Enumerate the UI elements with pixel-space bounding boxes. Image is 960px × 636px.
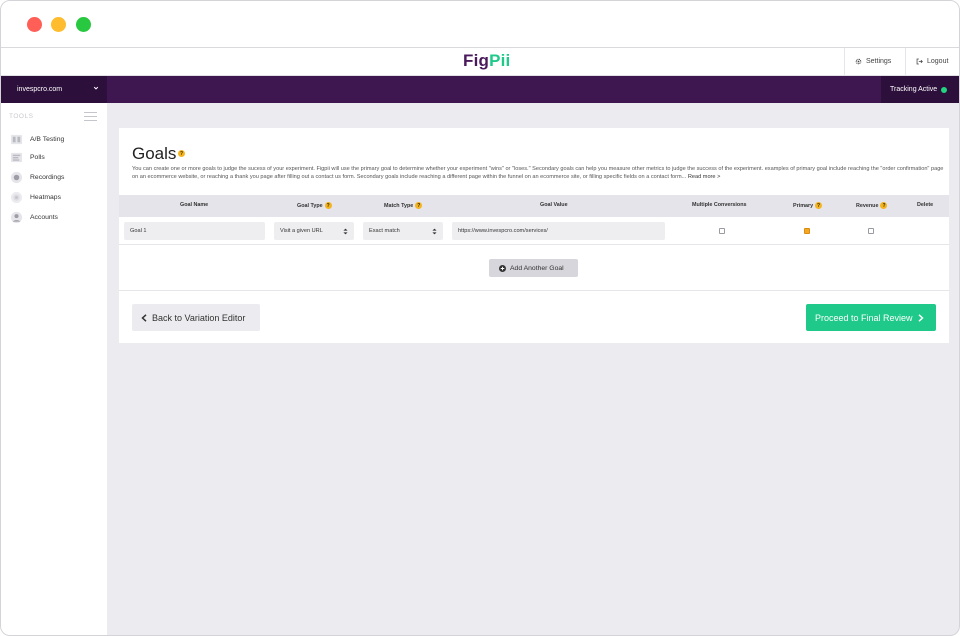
match-type-value: Exact match (369, 228, 400, 234)
sidebar-item-accounts[interactable]: Accounts (10, 210, 106, 224)
settings-label: Settings (866, 58, 892, 65)
goals-help-icon[interactable]: ? (178, 150, 185, 157)
domain-selector[interactable]: invespcro.com (1, 76, 107, 103)
column-goal-type: Goal Type? (297, 202, 332, 209)
tracking-label: Tracking Active (890, 86, 938, 93)
maximize-window-button[interactable] (76, 17, 91, 32)
column-primary: Primary? (793, 202, 823, 209)
back-to-variation-editor-button[interactable]: Back to Variation Editor (132, 304, 260, 331)
match-type-select[interactable]: Exact match (363, 222, 443, 240)
help-icon[interactable]: ? (880, 202, 888, 209)
sidebar-item-polls[interactable]: Polls (10, 150, 106, 164)
accounts-icon (10, 211, 23, 223)
recordings-icon (10, 171, 23, 183)
read-more-link[interactable]: Read more > (688, 174, 721, 180)
next-button-label: Proceed to Final Review (815, 312, 913, 323)
tracking-status: Tracking Active (881, 76, 959, 103)
logout-label: Logout (927, 58, 949, 65)
sidebar-item-label: Heatmaps (30, 193, 61, 201)
goal-type-value: Visit a given URL (280, 228, 323, 234)
column-label: Primary (793, 202, 814, 209)
column-label: Goal Value (540, 202, 568, 208)
column-label: Goal Name (180, 202, 209, 208)
column-delete: Delete (917, 202, 933, 208)
sidebar-item-label: A/B Testing (30, 135, 65, 143)
logout-icon (916, 58, 923, 65)
goal-value-input[interactable]: https://www.invespcro.com/services/ (452, 222, 665, 240)
goal-type-select[interactable]: Visit a given URL (274, 222, 354, 240)
table-row: Goal 1 Visit a given URL Exact match htt… (119, 217, 949, 245)
sidebar-item-label: Recordings (30, 173, 65, 181)
top-navigation: FigPii Settings Logout (1, 48, 959, 76)
ab-testing-icon (10, 134, 23, 144)
proceed-to-final-review-button[interactable]: Proceed to Final Review (806, 304, 936, 331)
sidebar-item-recordings[interactable]: Recordings (10, 170, 106, 184)
minimize-window-button[interactable] (51, 17, 66, 32)
add-another-goal-button[interactable]: Add Another Goal (489, 259, 578, 277)
column-label: Delete (917, 202, 934, 208)
goals-description: You can create one or more goals to judg… (132, 165, 944, 182)
column-label: Multiple Conversions (692, 202, 747, 208)
description-text: You can create one or more goals to judg… (132, 166, 944, 181)
sidebar: TOOLS A/B Testing Polls Recordings Heatm… (1, 103, 107, 635)
account-bar: invespcro.com Tracking Active (1, 76, 959, 103)
column-match-type: Match Type? (384, 202, 423, 209)
logo-text-pii: Pii (489, 51, 511, 70)
heatmaps-icon (10, 191, 23, 203)
select-arrows-icon (432, 228, 437, 235)
column-label: Goal Type (297, 202, 323, 209)
polls-icon (10, 152, 23, 162)
window-titlebar (1, 1, 959, 48)
domain-label: invespcro.com (17, 86, 63, 93)
goals-panel: Goals ? You can create one or more goals… (119, 128, 949, 343)
sidebar-item-label: Polls (30, 153, 45, 161)
gear-icon (855, 58, 862, 65)
multiple-conversions-checkbox[interactable] (719, 228, 725, 234)
sidebar-section-label: TOOLS (9, 113, 34, 120)
chevron-left-icon (141, 313, 147, 322)
logout-button[interactable]: Logout (905, 48, 959, 75)
figpii-logo[interactable]: FigPii (463, 51, 510, 71)
help-icon[interactable]: ? (324, 202, 332, 209)
primary-checkbox[interactable] (804, 228, 810, 234)
chevron-right-icon (918, 313, 924, 322)
goal-name-input[interactable]: Goal 1 (124, 222, 265, 240)
tracking-status-dot (941, 86, 948, 93)
settings-button[interactable]: Settings (844, 48, 905, 75)
chevron-down-icon (93, 86, 99, 90)
column-multiple-conversions: Multiple Conversions (692, 202, 747, 208)
sidebar-item-label: Accounts (30, 213, 58, 221)
sidebar-item-ab-testing[interactable]: A/B Testing (10, 132, 106, 146)
sidebar-item-heatmaps[interactable]: Heatmaps (10, 190, 106, 204)
column-revenue: Revenue? (856, 202, 888, 209)
column-label: Revenue (856, 202, 879, 209)
plus-circle-icon (499, 264, 506, 272)
back-button-label: Back to Variation Editor (152, 312, 246, 323)
select-arrows-icon (343, 228, 348, 235)
help-icon[interactable]: ? (815, 202, 823, 209)
revenue-checkbox[interactable] (868, 228, 874, 234)
browser-window: FigPii Settings Logout invespcro.com Tra… (0, 0, 960, 636)
column-goal-name: Goal Name (180, 202, 208, 208)
logo-text-fig: Fig (463, 51, 490, 70)
close-window-button[interactable] (27, 17, 42, 32)
menu-toggle-icon[interactable] (84, 112, 97, 121)
column-label: Match Type (384, 202, 414, 209)
add-goal-label: Add Another Goal (510, 264, 564, 272)
help-icon[interactable]: ? (415, 202, 423, 209)
divider (119, 290, 949, 291)
column-goal-value: Goal Value (540, 202, 568, 208)
page-title: Goals (132, 144, 177, 163)
goals-table-header: Goal Name Goal Type? Match Type? Goal Va… (119, 195, 949, 217)
